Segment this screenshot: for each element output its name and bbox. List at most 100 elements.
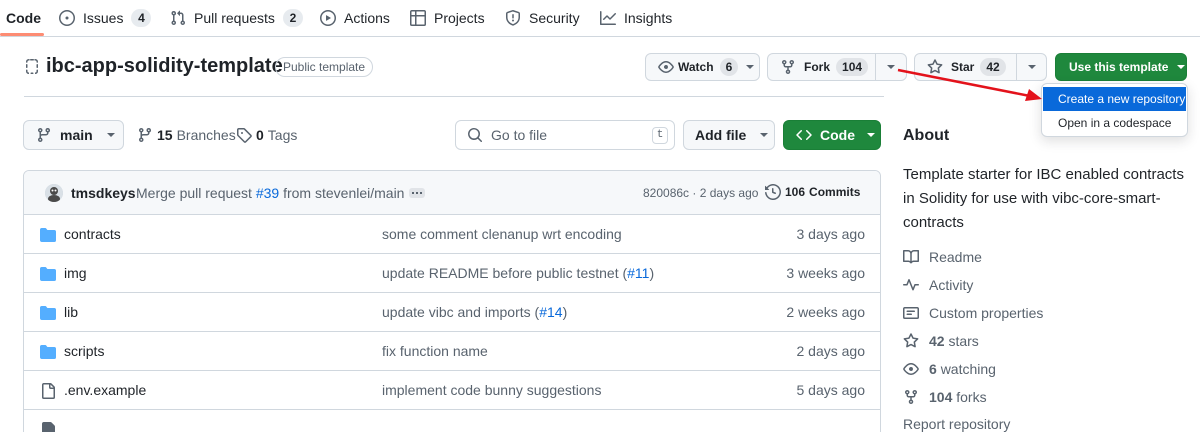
custom-properties-link[interactable]: Custom properties	[903, 303, 1043, 323]
arrow-head	[1025, 89, 1042, 101]
about-description: Template starter for IBC enabled contrac…	[903, 166, 1184, 231]
chevron-down-icon	[760, 133, 769, 137]
file-commit-date: 3 weeks ago	[786, 265, 865, 281]
file-name-link[interactable]: .env.example	[64, 382, 146, 398]
table-row: img update README before public testnet …	[24, 254, 880, 293]
watch-button[interactable]: Watch 6	[645, 53, 760, 81]
table-row: contracts some comment clenanup wrt enco…	[24, 215, 880, 254]
file-name-link[interactable]: contracts	[64, 226, 121, 242]
chevron-down-icon	[106, 133, 115, 137]
file-browser: tmsdkeys Merge pull request #39 from ste…	[23, 170, 881, 432]
activity-link[interactable]: Activity	[903, 275, 973, 295]
file-icon	[40, 422, 56, 432]
branches-label: Branches	[176, 127, 236, 143]
file-name-link[interactable]: img	[64, 265, 87, 281]
annotation-arrow	[897, 68, 1042, 101]
template-dropdown-menu: Create a new repository Open in a codesp…	[1041, 83, 1188, 137]
file-commit-pr-link[interactable]: #11	[627, 265, 649, 281]
watching-label: watching	[940, 361, 996, 377]
eye-icon	[903, 361, 919, 377]
file-commit-message[interactable]: fix function name	[382, 343, 488, 359]
tags-label: Tags	[267, 127, 298, 143]
code-icon	[796, 127, 812, 143]
book-icon	[903, 249, 919, 265]
tab-issues[interactable]: Issues 4	[59, 0, 152, 36]
commit-pr-link[interactable]: #39	[256, 185, 279, 201]
code-button[interactable]: Code	[783, 120, 881, 150]
file-commit-message-text: update README before public testnet (	[382, 265, 628, 281]
tab-actions[interactable]: Actions	[320, 0, 390, 36]
add-file-button[interactable]: Add file	[683, 120, 775, 150]
pulse-icon	[903, 277, 919, 293]
tab-insights-label: Insights	[624, 10, 673, 26]
go-to-file-input[interactable]: Go to file t	[455, 120, 675, 150]
file-commit-message[interactable]: update README before public testnet (#11…	[382, 265, 654, 281]
tab-pull-requests[interactable]: Pull requests 2	[170, 0, 303, 36]
file-commit-message[interactable]: some comment clenanup wrt encoding	[382, 226, 622, 242]
use-this-template-button[interactable]: Use this template	[1055, 53, 1187, 81]
chevron-down-icon	[746, 65, 755, 69]
file-commit-message[interactable]: update vibc and imports (#14)	[382, 304, 567, 320]
commits-link[interactable]: 106 Commits	[765, 184, 860, 200]
repo-name-link[interactable]: ibc-app-solidity-template	[46, 55, 283, 78]
tab-security-label: Security	[529, 10, 580, 26]
commit-hash-time[interactable]: 820086c · 2 days ago	[643, 186, 758, 200]
repo-nav: Code Issues 4 Pull requests 2 Actions Pr…	[0, 0, 1200, 37]
tag-icon	[236, 127, 252, 143]
file-commit-message-text: some comment clenanup wrt encoding	[382, 226, 622, 242]
fork-label[interactable]: Fork	[804, 60, 830, 74]
use-this-template-label: Use this template	[1069, 60, 1169, 74]
file-commit-date: 2 days ago	[796, 343, 866, 359]
git-branch-icon	[137, 127, 153, 143]
tags-count: 0	[256, 127, 264, 143]
file-name-link[interactable]: scripts	[64, 343, 104, 359]
avatar[interactable]	[45, 184, 63, 202]
file-commit-message[interactable]: implement code bunny suggestions	[382, 382, 601, 398]
kebab-horizontal-icon[interactable]	[409, 188, 425, 198]
branch-select-button[interactable]: main	[23, 120, 124, 150]
forks-link[interactable]: 104 forks	[903, 387, 987, 407]
branches-count: 15	[157, 127, 173, 143]
folder-icon	[40, 344, 56, 360]
file-commit-message-text: update vibc and imports (	[382, 304, 540, 320]
commit-message-suffix: from stevenlei/main	[283, 185, 405, 201]
stars-link[interactable]: 42 stars	[903, 331, 979, 351]
tags-link[interactable]: 0 Tags	[236, 127, 297, 143]
play-icon	[320, 10, 336, 26]
tab-projects-label: Projects	[434, 10, 485, 26]
readme-label: Readme	[929, 249, 982, 265]
report-repository-label: Report repository	[903, 416, 1011, 432]
watch-label: Watch	[678, 60, 714, 74]
table-row: lib update vibc and imports (#14) 2 week…	[24, 293, 880, 332]
arrow-shaft	[897, 68, 1031, 98]
file-commit-message-text: fix function name	[382, 343, 488, 359]
history-icon	[765, 184, 781, 200]
fork-icon	[903, 389, 919, 405]
readme-link[interactable]: Readme	[903, 247, 982, 267]
branches-link[interactable]: 15 Branches	[137, 127, 236, 143]
tab-code-label: Code	[6, 10, 41, 26]
tab-code[interactable]: Code	[6, 0, 41, 36]
tab-insights[interactable]: Insights	[600, 0, 672, 36]
create-new-repository-item[interactable]: Create a new repository	[1043, 87, 1186, 111]
table-row-partial	[24, 410, 880, 432]
table-row: scripts fix function name 2 days ago	[24, 332, 880, 371]
open-in-codespace-item[interactable]: Open in a codespace	[1043, 111, 1186, 135]
watch-count: 6	[719, 58, 739, 76]
tab-projects[interactable]: Projects	[410, 0, 485, 36]
commit-message[interactable]: Merge pull request #39 from stevenlei/ma…	[136, 185, 404, 201]
stars-count: 42	[929, 333, 945, 349]
file-commit-date: 3 days ago	[796, 226, 866, 242]
file-commit-pr-link[interactable]: #14	[539, 304, 562, 320]
chevron-down-icon	[867, 133, 875, 137]
watchers-link[interactable]: 6 watching	[903, 359, 996, 379]
report-repository-link[interactable]: Report repository	[903, 414, 1010, 432]
watching-count: 6	[929, 361, 937, 377]
issues-counter: 4	[131, 9, 152, 27]
file-commit-message-text: implement code bunny suggestions	[382, 382, 602, 398]
folder-icon	[40, 266, 56, 282]
tab-security[interactable]: Security	[505, 0, 580, 36]
commit-author[interactable]: tmsdkeys	[71, 185, 136, 201]
file-name-link[interactable]: lib	[64, 304, 78, 320]
latest-commit-bar: tmsdkeys Merge pull request #39 from ste…	[24, 171, 880, 215]
